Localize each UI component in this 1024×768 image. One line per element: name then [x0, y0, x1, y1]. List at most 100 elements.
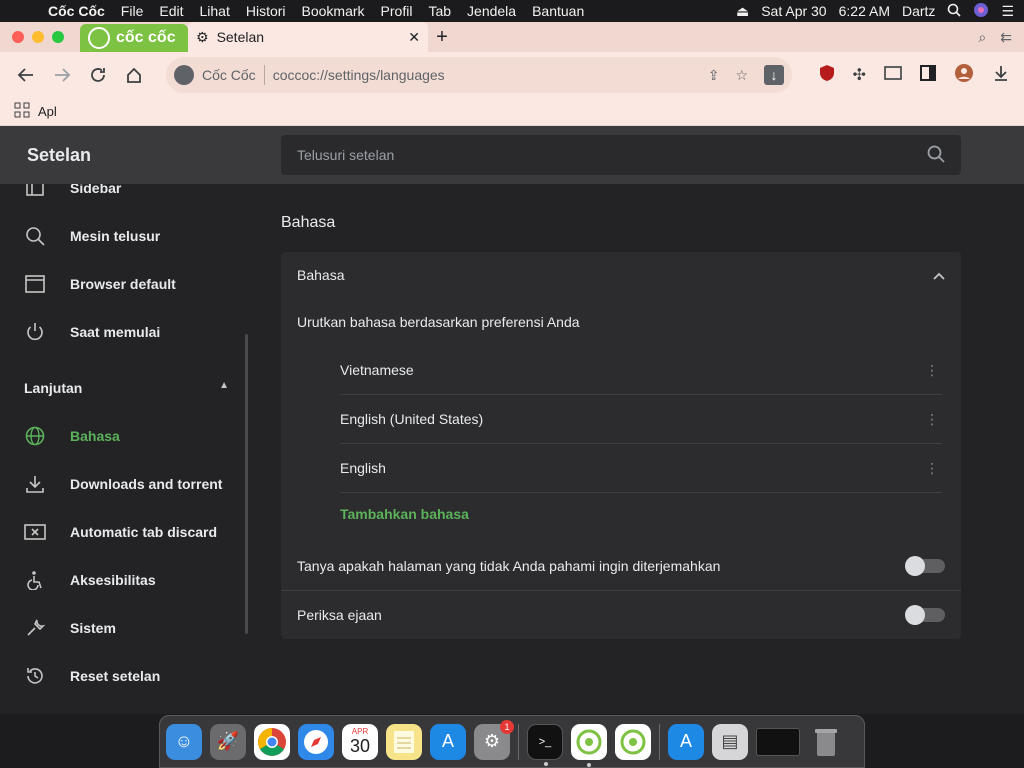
extensions-puzzle-icon[interactable]: ✣: [853, 65, 866, 85]
spotlight-search-icon[interactable]: [947, 3, 962, 20]
window-thumbnail-icon[interactable]: [756, 727, 800, 756]
spellcheck-setting-row[interactable]: Periksa ejaan: [281, 591, 961, 639]
terminal-icon[interactable]: >_: [527, 723, 563, 766]
menu-bookmark[interactable]: Bookmark: [294, 0, 373, 22]
url-text[interactable]: coccoc://settings/languages: [273, 67, 700, 83]
trash-icon[interactable]: [808, 724, 844, 760]
downloads-icon[interactable]: [992, 64, 1010, 87]
sidebar-section-advanced[interactable]: Lanjutan ▲: [24, 380, 229, 396]
coccoc-app-icon[interactable]: [571, 723, 607, 767]
siri-icon[interactable]: [973, 2, 989, 21]
more-options-icon[interactable]: ⋮: [922, 411, 942, 428]
menu-window[interactable]: Jendela: [459, 0, 524, 22]
languages-card-header[interactable]: Bahasa: [281, 252, 961, 298]
finder-icon[interactable]: ☺: [166, 723, 202, 760]
sidebar-item-label: Aksesibilitas: [70, 572, 156, 588]
share-icon[interactable]: ⇪: [708, 67, 720, 84]
address-bar[interactable]: Cốc Cốc coccoc://settings/languages ⇪ ☆ …: [166, 57, 792, 93]
language-row: English ⋮: [340, 444, 942, 493]
sidebar-item-languages[interactable]: Bahasa: [0, 412, 250, 460]
notification-badge: 1: [500, 719, 514, 734]
cast-icon[interactable]: [884, 65, 902, 85]
wrench-icon: [24, 617, 46, 639]
download-page-icon[interactable]: ↓: [764, 65, 784, 85]
search-icon[interactable]: [927, 145, 945, 166]
language-row: English (United States) ⋮: [340, 395, 942, 444]
system-preferences-icon[interactable]: ⚙ 1: [474, 719, 514, 760]
menubar-date[interactable]: Sat Apr 30: [761, 3, 826, 19]
tab-settings[interactable]: ⚙ Setelan ✕: [188, 22, 428, 52]
menu-file[interactable]: File: [113, 0, 152, 22]
disk-image-icon[interactable]: ▤: [712, 723, 748, 760]
tab-search-icon[interactable]: ⌕: [978, 29, 986, 46]
menubar-user[interactable]: Dartz: [902, 3, 935, 19]
safari-icon[interactable]: [298, 723, 334, 760]
app-store-folder-icon[interactable]: A: [668, 723, 704, 760]
ublock-icon[interactable]: [819, 64, 835, 87]
sidebar-item-downloads[interactable]: Downloads and torrent: [0, 460, 250, 508]
eject-icon[interactable]: ⏏: [736, 3, 749, 20]
window-controls: [0, 31, 80, 43]
languages-card: Bahasa Urutkan bahasa berdasarkan prefer…: [281, 252, 961, 639]
translate-setting-row[interactable]: Tanyа apakah halaman yang tidak Anda pah…: [281, 541, 961, 590]
apps-grid-icon[interactable]: [14, 102, 30, 121]
translate-toggle[interactable]: [905, 555, 945, 576]
accessibility-icon: [24, 569, 46, 591]
new-tab-button[interactable]: +: [428, 26, 456, 49]
menu-view[interactable]: Lihat: [191, 0, 237, 22]
sidebar-item-reset[interactable]: Reset setelan: [0, 652, 250, 700]
collapse-arrow-icon[interactable]: ▲: [219, 380, 229, 396]
menu-help[interactable]: Bantuan: [524, 0, 592, 22]
notes-icon[interactable]: [386, 723, 422, 760]
menu-edit[interactable]: Edit: [151, 0, 191, 22]
bookmark-star-icon[interactable]: ☆: [735, 67, 748, 84]
sidebar-item-tab-discard[interactable]: Automatic tab discard: [0, 508, 250, 556]
reload-button[interactable]: [80, 57, 116, 93]
coccoc-brand-tab[interactable]: cốc cốc: [80, 24, 188, 52]
menu-tab[interactable]: Tab: [420, 0, 459, 22]
back-button[interactable]: [8, 57, 44, 93]
omnibox-divider: [263, 65, 265, 85]
close-tab-icon[interactable]: ✕: [408, 29, 420, 46]
sidebar-toggle-icon[interactable]: [920, 64, 936, 86]
macos-menubar: Cốc Cốc File Edit Lihat Histori Bookmark…: [0, 0, 1024, 22]
menu-history[interactable]: Histori: [238, 0, 294, 22]
zoom-window-button[interactable]: [52, 31, 64, 43]
chevron-up-icon[interactable]: [933, 267, 945, 283]
add-language-link[interactable]: Tambahkan bahasa: [340, 506, 469, 522]
sidebar-item-accessibility[interactable]: Aksesibilitas: [0, 556, 250, 604]
menu-profile[interactable]: Profil: [373, 0, 421, 22]
back-to-tab-icon[interactable]: ⇇: [1000, 29, 1012, 46]
sidebar-item-system[interactable]: Sistem: [0, 604, 250, 652]
macos-dock: ☺ 🚀 APR 30 A ⚙ 1 >_ A ▤: [159, 715, 865, 768]
menubar-time[interactable]: 6:22 AM: [839, 3, 890, 19]
sidebar-item-label: Bahasa: [70, 428, 120, 444]
control-center-icon[interactable]: ☰: [1001, 3, 1014, 20]
launchpad-icon[interactable]: 🚀: [210, 723, 246, 760]
more-options-icon[interactable]: ⋮: [922, 362, 942, 379]
browser-icon: [24, 273, 46, 295]
menu-app-name[interactable]: Cốc Cốc: [40, 0, 113, 22]
profile-avatar-icon[interactable]: [954, 63, 974, 88]
chrome-icon[interactable]: [254, 723, 290, 760]
power-icon: [24, 321, 46, 343]
forward-button[interactable]: [44, 57, 80, 93]
sidebar-item-search-engine[interactable]: Mesin telusur: [0, 212, 250, 260]
sidebar-item-sidebar[interactable]: Sidebar: [0, 184, 250, 212]
coccoc-app-2-icon[interactable]: [615, 723, 651, 760]
sidebar-item-default-browser[interactable]: Browser default: [0, 260, 250, 308]
translate-label: Tanyа apakah halaman yang tidak Anda pah…: [297, 557, 721, 574]
globe-icon: [24, 425, 46, 447]
spellcheck-toggle[interactable]: [905, 605, 945, 625]
sidebar-item-on-startup[interactable]: Saat memulai: [0, 308, 250, 356]
minimize-window-button[interactable]: [32, 31, 44, 43]
more-options-icon[interactable]: ⋮: [922, 460, 942, 477]
apps-bookmark-label[interactable]: Apl: [38, 104, 57, 119]
home-button[interactable]: [116, 57, 152, 93]
calendar-icon[interactable]: APR 30: [342, 723, 378, 760]
app-store-icon[interactable]: A: [430, 723, 466, 760]
site-info-icon[interactable]: [174, 65, 194, 85]
close-window-button[interactable]: [12, 31, 24, 43]
settings-search-input[interactable]: Telusuri setelan: [281, 135, 961, 175]
sidebar-scrollbar[interactable]: [245, 334, 248, 634]
